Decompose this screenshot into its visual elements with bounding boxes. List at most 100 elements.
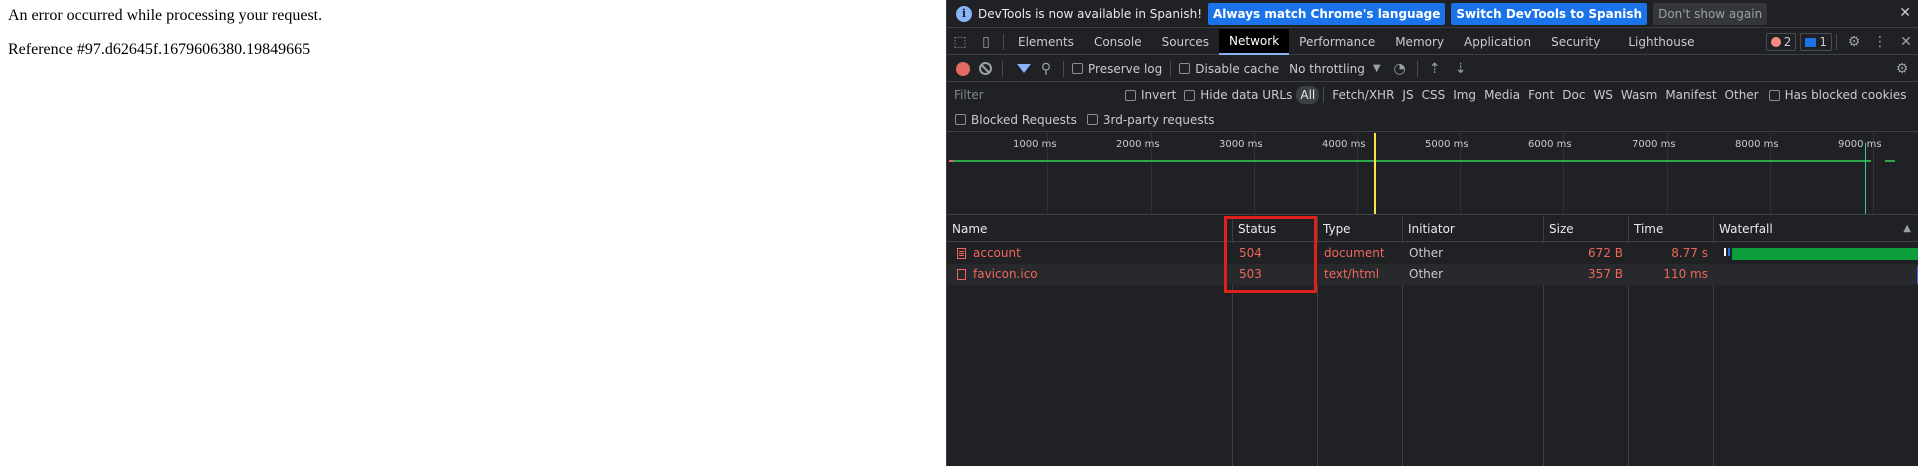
table-row[interactable]: favicon.ico 503 text/html Other 357 B 11… [947,264,1918,285]
preserve-log-checkbox[interactable]: Preserve log [1072,62,1162,76]
has-blocked-cookies-checkbox[interactable]: Has blocked cookies [1768,88,1907,102]
blocked-requests-label: Blocked Requests [971,112,1077,127]
request-name: account [973,246,1021,260]
disable-cache-label: Disable cache [1195,61,1280,76]
tab-elements[interactable]: Elements [1008,29,1084,55]
timeline-tick: 6000 ms [1528,139,1572,150]
more-options-icon[interactable]: ⋮ [1867,29,1893,55]
error-message: An error occurred while processing your … [8,7,323,24]
inspect-element-icon[interactable]: ⬚ [947,29,973,55]
filter-type-doc[interactable]: Doc [1558,86,1589,104]
tab-console[interactable]: Console [1084,29,1152,55]
column-header-name[interactable]: Name [947,216,1232,242]
tab-sources[interactable]: Sources [1152,29,1219,55]
network-toolbar: ⚲ Preserve log Disable cache No throttli… [947,56,1918,82]
settings-gear-icon[interactable]: ⚙ [1841,29,1867,55]
filter-type-other[interactable]: Other [1721,86,1763,104]
status-column-highlight-box [1224,216,1317,293]
export-har-icon[interactable]: ⇣ [1448,56,1474,82]
devtools-panel: i DevTools is now available in Spanish! … [946,0,1918,466]
divider [1170,60,1172,77]
file-icon [957,269,966,280]
tab-memory[interactable]: Memory [1385,29,1454,55]
devtools-tabbar: ⬚ ▯ Elements Console Sources Network Per… [947,28,1918,55]
disable-cache-checkbox[interactable]: Disable cache [1179,62,1279,76]
filter-type-fetch-xhr[interactable]: Fetch/XHR [1328,86,1398,104]
filter-type-all[interactable]: All [1296,86,1320,104]
waterfall-queue-marker [1724,248,1726,256]
waterfall-bar [1732,248,1918,260]
filter-type-media[interactable]: Media [1480,86,1524,104]
tab-security[interactable]: Security [1541,29,1610,55]
invert-label: Invert [1141,88,1177,102]
checkbox-box[interactable] [1072,63,1083,74]
checkbox-box[interactable] [1184,89,1196,101]
language-infobar: i DevTools is now available in Spanish! … [947,0,1918,28]
filter-type-js[interactable]: JS [1398,86,1417,104]
filter-icon[interactable] [1017,64,1031,73]
preserve-log-label: Preserve log [1088,61,1163,76]
divider [1002,60,1003,77]
import-har-icon[interactable]: ⇡ [1422,56,1448,82]
close-devtools-icon[interactable]: ✕ [1893,29,1918,55]
error-icon [1770,37,1781,47]
divider [1416,60,1418,77]
network-overview[interactable]: 1000 ms 2000 ms 3000 ms 4000 ms 5000 ms … [947,133,1918,215]
checkbox-box[interactable] [1086,114,1098,125]
third-party-requests-checkbox[interactable]: 3rd-party requests [1086,112,1215,127]
filter-type-wasm[interactable]: Wasm [1617,86,1661,104]
network-conditions-icon[interactable]: ◔ [1387,56,1413,82]
message-icon [1805,37,1817,47]
timeline-tick: 3000 ms [1219,139,1263,150]
invert-checkbox[interactable]: Invert [1125,88,1176,102]
network-settings-icon[interactable]: ⚙ [1889,56,1915,82]
error-count: 2 [1783,35,1792,49]
message-count-badge[interactable]: 1 [1800,33,1832,51]
close-icon[interactable]: ✕ [1899,5,1911,21]
checkbox-box[interactable] [1768,89,1780,101]
tab-application[interactable]: Application [1454,29,1541,55]
switch-language-button[interactable]: Switch DevTools to Spanish [1451,2,1648,25]
column-header-waterfall[interactable]: Waterfall [1714,216,1918,242]
checkbox-box[interactable] [955,114,966,125]
match-language-button[interactable]: Always match Chrome's language [1208,2,1446,25]
error-reference: Reference #97.d62645f.1679606380.1984966… [8,41,311,58]
device-toolbar-icon[interactable]: ▯ [973,29,999,55]
request-size: 357 B [1588,267,1623,281]
record-icon[interactable] [956,61,970,76]
checkbox-box[interactable] [1179,63,1191,74]
request-size: 672 B [1588,246,1623,260]
timeline-tick: 4000 ms [1322,139,1366,150]
filter-type-ws[interactable]: WS [1589,86,1616,104]
has-blocked-cookies-label: Has blocked cookies [1784,88,1907,102]
sort-up-icon: ▲ [1903,223,1911,234]
throttling-select[interactable]: No throttling ▼ [1289,62,1380,76]
third-party-requests-label: 3rd-party requests [1102,112,1215,127]
hide-data-urls-checkbox[interactable]: Hide data URLs [1184,88,1292,102]
filter-type-font[interactable]: Font [1524,86,1558,104]
dont-show-again-button[interactable]: Don't show again [1653,2,1768,25]
column-header-time[interactable]: Time [1629,216,1713,242]
clear-icon[interactable] [979,62,992,75]
tab-lighthouse[interactable]: Lighthouse [1610,29,1704,55]
infobar-message: DevTools is now available in Spanish! [978,6,1203,21]
timeline-tick: 9000 ms [1838,139,1882,150]
column-header-initiator[interactable]: Initiator [1403,216,1543,242]
filter-type-manifest[interactable]: Manifest [1661,86,1720,104]
filter-type-css[interactable]: CSS [1418,86,1450,104]
column-header-type[interactable]: Type [1318,216,1402,242]
request-initiator: Other [1409,267,1444,281]
request-type: document [1324,246,1385,260]
filter-type-img[interactable]: Img [1449,86,1480,104]
column-header-size[interactable]: Size [1544,216,1628,242]
error-count-badge[interactable]: 2 [1765,33,1797,51]
checkbox-box[interactable] [1125,89,1136,101]
filter-input[interactable]: Filter [951,85,1121,105]
table-row[interactable]: account 504 document Other 672 B 8.77 s [947,243,1918,264]
requests-table: Name Status Type Initiator Size Time Wat… [947,216,1918,466]
tab-network[interactable]: Network [1219,28,1290,55]
overview-request-bar [953,160,1871,162]
search-icon[interactable]: ⚲ [1033,56,1059,82]
blocked-requests-checkbox[interactable]: Blocked Requests [955,113,1077,127]
tab-performance[interactable]: Performance [1289,29,1385,55]
